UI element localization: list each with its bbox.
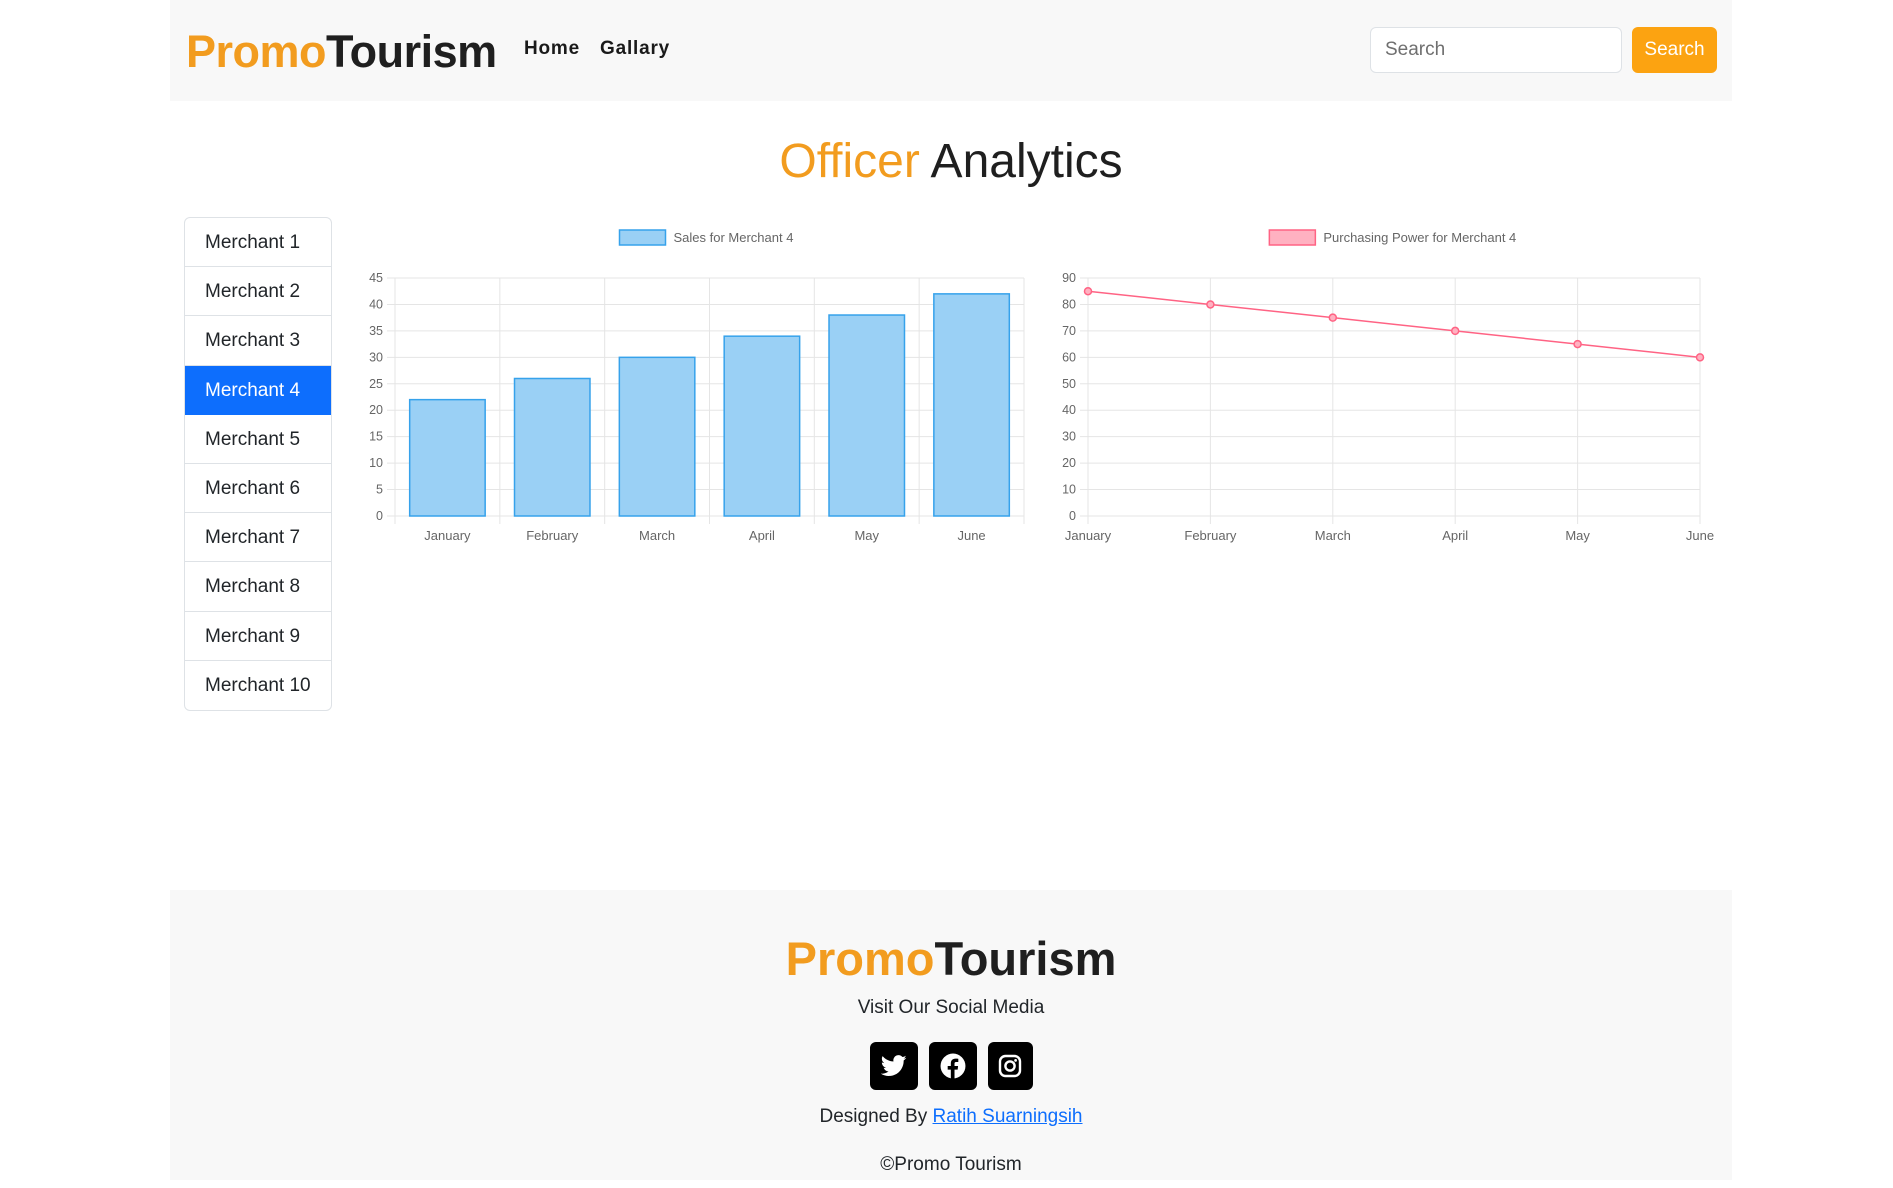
legend-label: Sales for Merchant 4 bbox=[674, 230, 794, 245]
merchant-item-8[interactable]: Merchant 8 bbox=[185, 562, 331, 612]
merchant-list: Merchant 1 Merchant 2 Merchant 3 Merchant 4… bbox=[184, 217, 332, 711]
bar bbox=[828, 314, 906, 517]
data-point bbox=[1573, 339, 1582, 349]
x-tick-label: March bbox=[639, 528, 675, 543]
chart-svg-2: Purchasing Power for Merchant 4 0 10 20 30 40… bbox=[1062, 229, 1714, 543]
data-point bbox=[1450, 326, 1460, 336]
sales-bar-chart: Sales for Merchant 4 0 5 10 15 20 25 30 35 40 45 Ja… bbox=[352, 222, 1032, 557]
designer-link[interactable]: Ratih Suarningsih bbox=[933, 1106, 1083, 1127]
x-tick-label: May bbox=[854, 528, 879, 543]
y-tick-label: 0 bbox=[1069, 509, 1076, 523]
series-line bbox=[1087, 290, 1701, 359]
legend-label: Purchasing Power for Merchant 4 bbox=[1323, 230, 1516, 245]
y-tick-label: 25 bbox=[369, 377, 383, 391]
twitter-link[interactable] bbox=[869, 1042, 918, 1090]
purchasing-power-line-chart: Purchasing Power for Merchant 4 0 10 20 30 40… bbox=[1040, 222, 1733, 557]
brand-part-2: Tourism bbox=[326, 26, 497, 77]
y-tick-label: 80 bbox=[1062, 297, 1076, 311]
x-tick-label: May bbox=[1565, 528, 1590, 543]
chart-svg-1: Sales for Merchant 4 0 5 10 15 20 25 30 35 40 45 Ja… bbox=[369, 229, 1025, 543]
nav-links: Home Gallary bbox=[524, 38, 670, 60]
y-tick-label: 35 bbox=[369, 324, 383, 338]
legend-swatch bbox=[618, 229, 667, 246]
x-tick-label: June bbox=[957, 528, 985, 543]
y-tick-label: 20 bbox=[369, 403, 383, 417]
merchant-item-1[interactable]: Merchant 1 bbox=[185, 218, 331, 268]
bar bbox=[723, 335, 801, 517]
nav-home[interactable]: Home bbox=[524, 38, 580, 60]
data-point bbox=[1083, 286, 1093, 296]
x-tick-label: June bbox=[1686, 528, 1714, 543]
merchant-item-9[interactable]: Merchant 9 bbox=[185, 612, 331, 661]
y-tick-label: 20 bbox=[1062, 456, 1076, 470]
x-tick-label: March bbox=[1315, 528, 1351, 543]
y-tick-label: 90 bbox=[1062, 271, 1076, 285]
y-tick-label: 30 bbox=[369, 350, 383, 364]
merchant-item-2[interactable]: Merchant 2 bbox=[185, 267, 331, 317]
y-tick-label: 45 bbox=[369, 271, 383, 285]
y-tick-label: 10 bbox=[369, 456, 383, 470]
x-tick-label: February bbox=[1184, 528, 1237, 543]
nav-gallary[interactable]: Gallary bbox=[600, 38, 670, 60]
merchant-item-4[interactable]: Merchant 4 bbox=[185, 365, 331, 415]
data-point bbox=[1328, 313, 1338, 322]
x-tick-label: January bbox=[1065, 528, 1112, 543]
footer-brand-part-1: Promo bbox=[785, 932, 935, 985]
merchant-item-10[interactable]: Merchant 10 bbox=[185, 661, 331, 710]
facebook-link[interactable] bbox=[928, 1042, 977, 1090]
designed-by-prefix: Designed By bbox=[819, 1106, 928, 1127]
x-tick-label: January bbox=[424, 528, 471, 543]
merchant-item-3[interactable]: Merchant 3 bbox=[185, 316, 331, 366]
search-input[interactable] bbox=[1370, 27, 1622, 73]
merchant-item-5[interactable]: Merchant 5 bbox=[185, 415, 331, 464]
x-tick-label: April bbox=[749, 528, 775, 543]
y-tick-label: 30 bbox=[1062, 430, 1076, 444]
y-tick-label: 40 bbox=[369, 297, 383, 311]
copyright: ©Promo Tourism bbox=[880, 1154, 1022, 1175]
y-tick-label: 50 bbox=[1062, 377, 1076, 391]
bar bbox=[933, 293, 1011, 517]
y-tick-label: 40 bbox=[1062, 403, 1076, 417]
y-tick-label: 60 bbox=[1062, 350, 1076, 364]
y-tick-label: 15 bbox=[369, 430, 383, 444]
brand-part-1: Promo bbox=[186, 26, 327, 77]
page-title: Officer Analytics bbox=[0, 132, 1893, 192]
data-point bbox=[1206, 300, 1215, 309]
y-tick-label: 5 bbox=[376, 483, 383, 497]
facebook-icon bbox=[940, 1053, 965, 1079]
page-title-part-1: Officer bbox=[779, 135, 920, 188]
instagram-link[interactable] bbox=[987, 1042, 1033, 1090]
twitter-icon bbox=[880, 1055, 907, 1076]
designed-by: Designed By Ratih Suarningsih bbox=[170, 1106, 1732, 1128]
social-label: Visit Our Social Media bbox=[857, 997, 1045, 1018]
x-tick-label: February bbox=[526, 528, 579, 543]
bar bbox=[408, 398, 486, 517]
y-tick-label: 70 bbox=[1062, 324, 1076, 338]
merchant-item-7[interactable]: Merchant 7 bbox=[185, 513, 331, 563]
footer-brand: PromoTourism bbox=[170, 930, 1732, 988]
footer-brand-part-2: Tourism bbox=[934, 932, 1117, 985]
y-tick-label: 10 bbox=[1062, 483, 1076, 497]
legend-swatch bbox=[1268, 229, 1317, 246]
footer: PromoTourism Visit Our Social Media Desi… bbox=[170, 890, 1732, 1180]
bar bbox=[618, 356, 696, 517]
merchant-item-6[interactable]: Merchant 6 bbox=[185, 464, 331, 514]
data-point bbox=[1695, 353, 1705, 362]
social-links bbox=[170, 1042, 1732, 1090]
instagram-icon bbox=[998, 1054, 1022, 1078]
page-title-part-2: Analytics bbox=[930, 135, 1123, 188]
y-tick-label: 0 bbox=[376, 509, 383, 523]
bar bbox=[513, 377, 591, 517]
brand-logo[interactable]: PromoTourism bbox=[186, 24, 497, 79]
x-tick-label: April bbox=[1442, 528, 1468, 543]
search-button[interactable]: Search bbox=[1632, 27, 1717, 73]
navbar: PromoTourism Home Gallary Search bbox=[170, 0, 1732, 101]
